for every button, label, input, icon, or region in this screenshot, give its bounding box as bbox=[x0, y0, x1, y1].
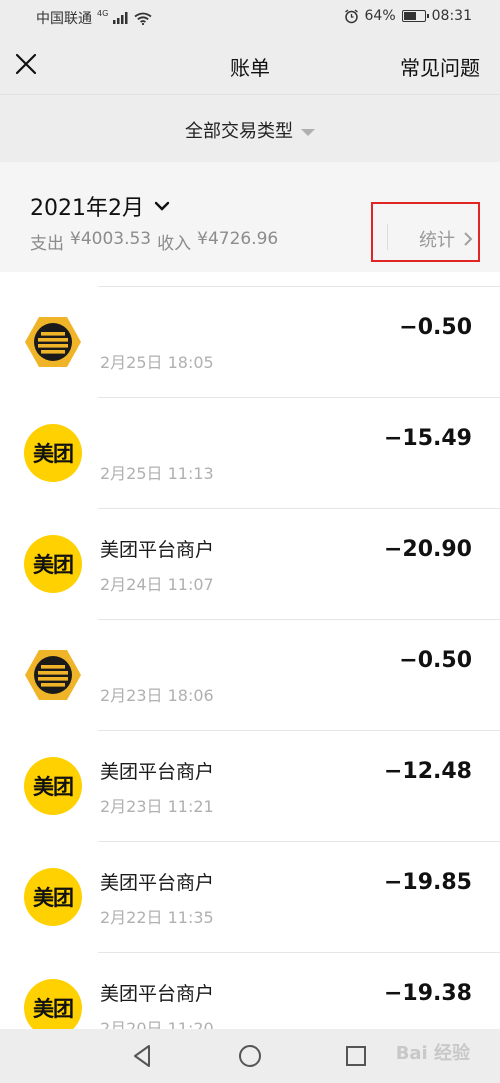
meituan-logo: 美团 bbox=[24, 868, 82, 926]
transaction-time: 2月25日 11:13 bbox=[100, 464, 214, 483]
transaction-amount: −20.90 bbox=[383, 537, 472, 562]
transaction-amount: −15.49 bbox=[383, 426, 472, 451]
clock: 08:31 bbox=[431, 8, 472, 24]
merchant-name: 美团平台商户 bbox=[100, 539, 215, 561]
merchant-name: 美团平台商户 bbox=[100, 872, 215, 894]
transaction-amount: −19.38 bbox=[383, 981, 472, 1006]
hexagon-logo bbox=[25, 650, 81, 700]
chevron-right-icon bbox=[464, 232, 473, 246]
filter-label: 全部交易类型 bbox=[185, 121, 293, 142]
carrier-label: 中国联通 bbox=[36, 11, 92, 27]
transaction-row[interactable]: 2月23日 18:06 −0.50 bbox=[0, 620, 500, 731]
network-label: 4G bbox=[97, 8, 109, 18]
status-bar: 中国联通 4G 64% 08:31 bbox=[0, 0, 500, 36]
battery-icon bbox=[401, 10, 429, 22]
stats-button[interactable]: 统计 bbox=[419, 226, 455, 252]
transaction-row[interactable]: 美团 美团平台商户 2月23日 11:21 −12.48 bbox=[0, 731, 500, 842]
chevron-down-icon bbox=[154, 201, 170, 211]
transaction-row[interactable]: 美团 美团平台商户 2月24日 11:07 −20.90 bbox=[0, 509, 500, 620]
transaction-type-filter[interactable]: 全部交易类型 bbox=[0, 117, 500, 143]
transaction-time: 2月24日 11:07 bbox=[100, 575, 214, 594]
income-amount: ¥4726.96 bbox=[197, 229, 279, 249]
meituan-logo: 美团 bbox=[24, 535, 82, 593]
home-icon[interactable] bbox=[236, 1042, 264, 1070]
income-label: 收入 bbox=[157, 234, 192, 254]
meituan-logo: 美团 bbox=[24, 979, 82, 1029]
meituan-logo: 美团 bbox=[24, 424, 82, 482]
caret-down-icon bbox=[301, 128, 315, 136]
signal-icon bbox=[113, 12, 128, 24]
expense-label: 支出 bbox=[30, 234, 64, 254]
month-picker[interactable]: 2021年2月 bbox=[30, 190, 170, 222]
transaction-time: 2月23日 11:21 bbox=[100, 797, 214, 816]
transaction-time: 2月22日 11:35 bbox=[100, 908, 214, 927]
watermark: Bai 经验 bbox=[395, 1043, 470, 1064]
transaction-amount: −0.50 bbox=[399, 648, 472, 673]
recents-icon[interactable] bbox=[342, 1042, 370, 1070]
battery-percent: 64% bbox=[364, 8, 396, 24]
merchant-name: 美团平台商户 bbox=[100, 983, 215, 1005]
transaction-time: 2月20日 11:20 bbox=[100, 1019, 214, 1029]
wifi-icon bbox=[134, 12, 152, 25]
merchant-name: 美团平台商户 bbox=[100, 761, 215, 783]
meituan-logo: 美团 bbox=[24, 757, 82, 815]
transaction-amount: −19.85 bbox=[383, 870, 472, 895]
transaction-row[interactable]: 2月25日 18:05 −0.50 bbox=[0, 287, 500, 398]
transaction-amount: −0.50 bbox=[399, 315, 472, 340]
transaction-row[interactable]: 美团 2月25日 11:13 −15.49 bbox=[0, 398, 500, 509]
transaction-row[interactable]: 美团 美团平台商户 2月20日 11:20 −19.38 bbox=[0, 953, 500, 1029]
month-summary-bar: 2021年2月 支出 ¥4003.53 收入 ¥4726.96 统计 bbox=[0, 162, 500, 272]
expense-amount: ¥4003.53 bbox=[70, 229, 152, 249]
transaction-row[interactable]: 美团 美团平台商户 2月22日 11:35 −19.85 bbox=[0, 842, 500, 953]
month-totals: 支出 ¥4003.53 收入 ¥4726.96 bbox=[30, 229, 278, 254]
alarm-icon bbox=[344, 8, 358, 23]
transaction-list[interactable]: 2月25日 18:05 −0.50 美团 2月25日 11:13 −15.49 … bbox=[0, 272, 500, 1029]
faq-button[interactable]: 常见问题 bbox=[400, 52, 480, 81]
filter-bar: 全部交易类型 bbox=[0, 94, 500, 162]
back-icon[interactable] bbox=[129, 1042, 157, 1070]
hexagon-logo bbox=[25, 317, 81, 367]
nav-bar: 账单 常见问题 bbox=[0, 36, 500, 94]
system-nav-bar: Bai 经验 bbox=[0, 1029, 500, 1083]
transaction-amount: −12.48 bbox=[383, 759, 472, 784]
transaction-time: 2月25日 18:05 bbox=[100, 353, 214, 372]
transaction-time: 2月23日 18:06 bbox=[100, 686, 214, 705]
month-label: 2021年2月 bbox=[30, 196, 144, 221]
